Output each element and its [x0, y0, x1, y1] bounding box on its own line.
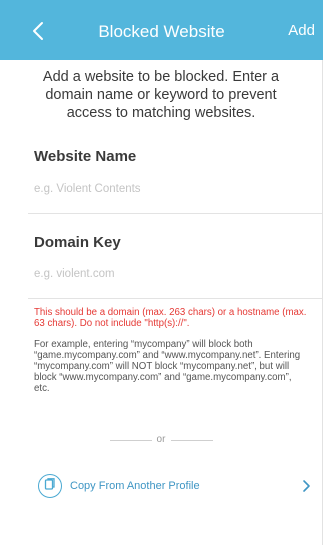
chevron-right-icon [300, 479, 312, 493]
or-separator: or [0, 434, 322, 446]
divider [28, 298, 322, 299]
intro-text: Add a website to be blocked. Enter a dom… [42, 69, 280, 121]
website-name-label: Website Name [34, 148, 137, 165]
domain-example-hint: For example, entering “mycompany” will b… [34, 339, 301, 394]
copy-from-profile-label: Copy From Another Profile [70, 480, 200, 492]
separator-line [171, 440, 213, 441]
screen: Blocked Website Add Add a website to be … [0, 0, 323, 545]
copy-from-profile-button[interactable]: Copy From Another Profile [28, 470, 322, 502]
copy-icon [38, 474, 62, 498]
or-label: or [156, 434, 166, 445]
page-title: Blocked Website [98, 22, 225, 41]
divider [28, 213, 322, 214]
domain-key-input[interactable] [34, 263, 292, 285]
domain-error-hint: This should be a domain (max. 263 chars)… [34, 307, 307, 329]
add-button[interactable]: Add [288, 22, 315, 39]
navbar: Blocked Website Add [0, 0, 323, 60]
website-name-input[interactable] [34, 178, 292, 200]
domain-key-label: Domain Key [34, 234, 121, 251]
